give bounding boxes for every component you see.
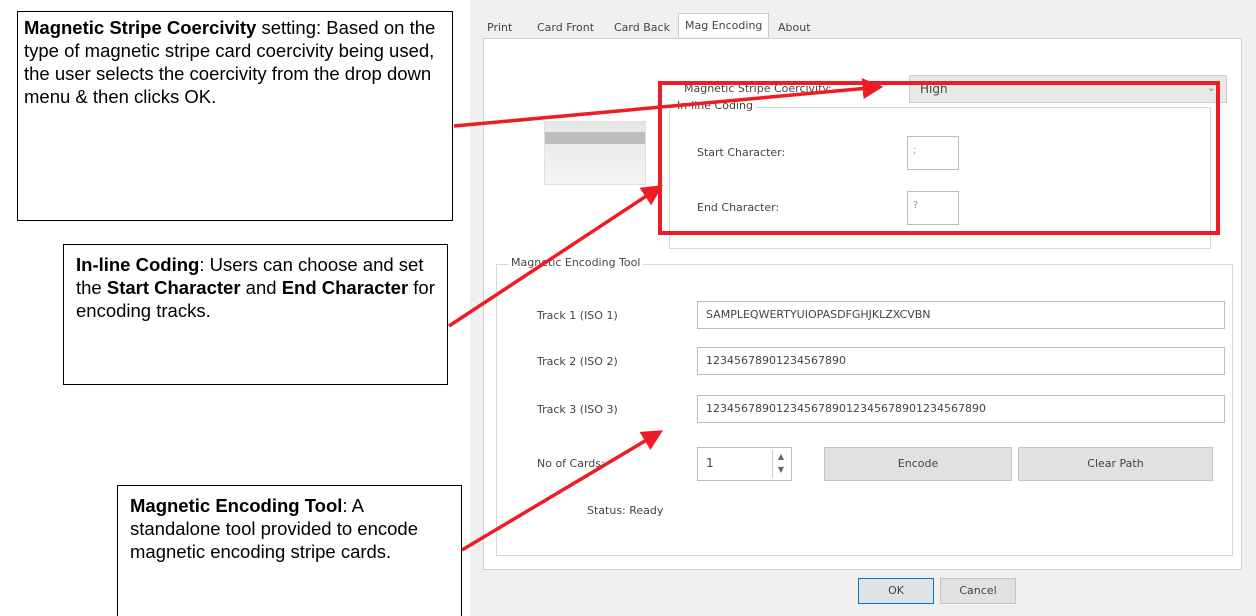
track3-label: Track 3 (ISO 3) [537, 403, 618, 416]
spin-arrows-icon[interactable]: ▲ ▼ [772, 450, 789, 478]
mag-stripe-graphic [545, 132, 645, 144]
tab-card-front[interactable]: Card Front [533, 19, 598, 36]
encode-button[interactable]: Encode [824, 447, 1012, 481]
track1-label: Track 1 (ISO 1) [537, 309, 618, 322]
track2-label: Track 2 (ISO 2) [537, 355, 618, 368]
callout-coercivity-title: Magnetic Stripe Coercivity [24, 17, 257, 38]
chevron-down-icon: ⌄ [1206, 81, 1216, 94]
status-text: Status: Ready [587, 504, 664, 517]
tab-print[interactable]: Print [483, 19, 516, 36]
track1-input[interactable]: SAMPLEQWERTYUIOPASDFGHJKLZXCVBN [697, 301, 1225, 329]
callout-inline-coding: In-line Coding: Users can choose and set… [63, 244, 448, 385]
callout-encoding-tool: Magnetic Encoding Tool: A standalone too… [117, 485, 462, 616]
magnetic-encoding-title: Magnetic Encoding Tool [508, 256, 644, 269]
end-character-input[interactable]: ? [907, 191, 959, 225]
mag-encoding-pane: Magnetic Stripe Coercivity: High ⌄ In-li… [483, 38, 1242, 570]
tab-about[interactable]: About [774, 19, 815, 36]
settings-dialog: Print Card Front Card Back Mag Encoding … [470, 0, 1256, 616]
track3-input[interactable]: 1234567890123456789012345678901234567890 [697, 395, 1225, 423]
inline-coding-title: In-line Coding [674, 99, 756, 112]
inline-coding-group [669, 107, 1211, 249]
clear-path-button[interactable]: Clear Path [1018, 447, 1213, 481]
ok-button[interactable]: OK [858, 578, 934, 604]
start-character-input[interactable]: ; [907, 136, 959, 170]
coercivity-value: High [920, 82, 948, 96]
callout-inline-bold1: Start Character [106, 277, 241, 298]
no-of-cards-label: No of Cards: [537, 457, 605, 470]
no-of-cards-value: 1 [706, 456, 714, 470]
coercivity-label: Magnetic Stripe Coercivity: [684, 82, 832, 95]
callout-inline-bold2: End Character [281, 277, 409, 298]
callout-encoding-title: Magnetic Encoding Tool [130, 495, 343, 516]
tab-mag-encoding[interactable]: Mag Encoding [678, 13, 770, 37]
track2-input[interactable]: 12345678901234567890 [697, 347, 1225, 375]
callout-inline-text2: and [240, 277, 282, 298]
start-character-label: Start Character: [697, 146, 786, 159]
end-character-label: End Character: [697, 201, 780, 214]
coercivity-select[interactable]: High ⌄ [909, 75, 1227, 103]
tab-card-back[interactable]: Card Back [610, 19, 674, 36]
cancel-button[interactable]: Cancel [940, 578, 1016, 604]
callout-inline-title: In-line Coding [76, 254, 200, 275]
callout-coercivity: Magnetic Stripe Coercivity setting: Base… [17, 11, 453, 221]
mag-card-icon [544, 121, 646, 185]
tab-bar: Print Card Front Card Back Mag Encoding … [470, 13, 1256, 39]
no-of-cards-stepper[interactable]: 1 ▲ ▼ [697, 447, 792, 481]
